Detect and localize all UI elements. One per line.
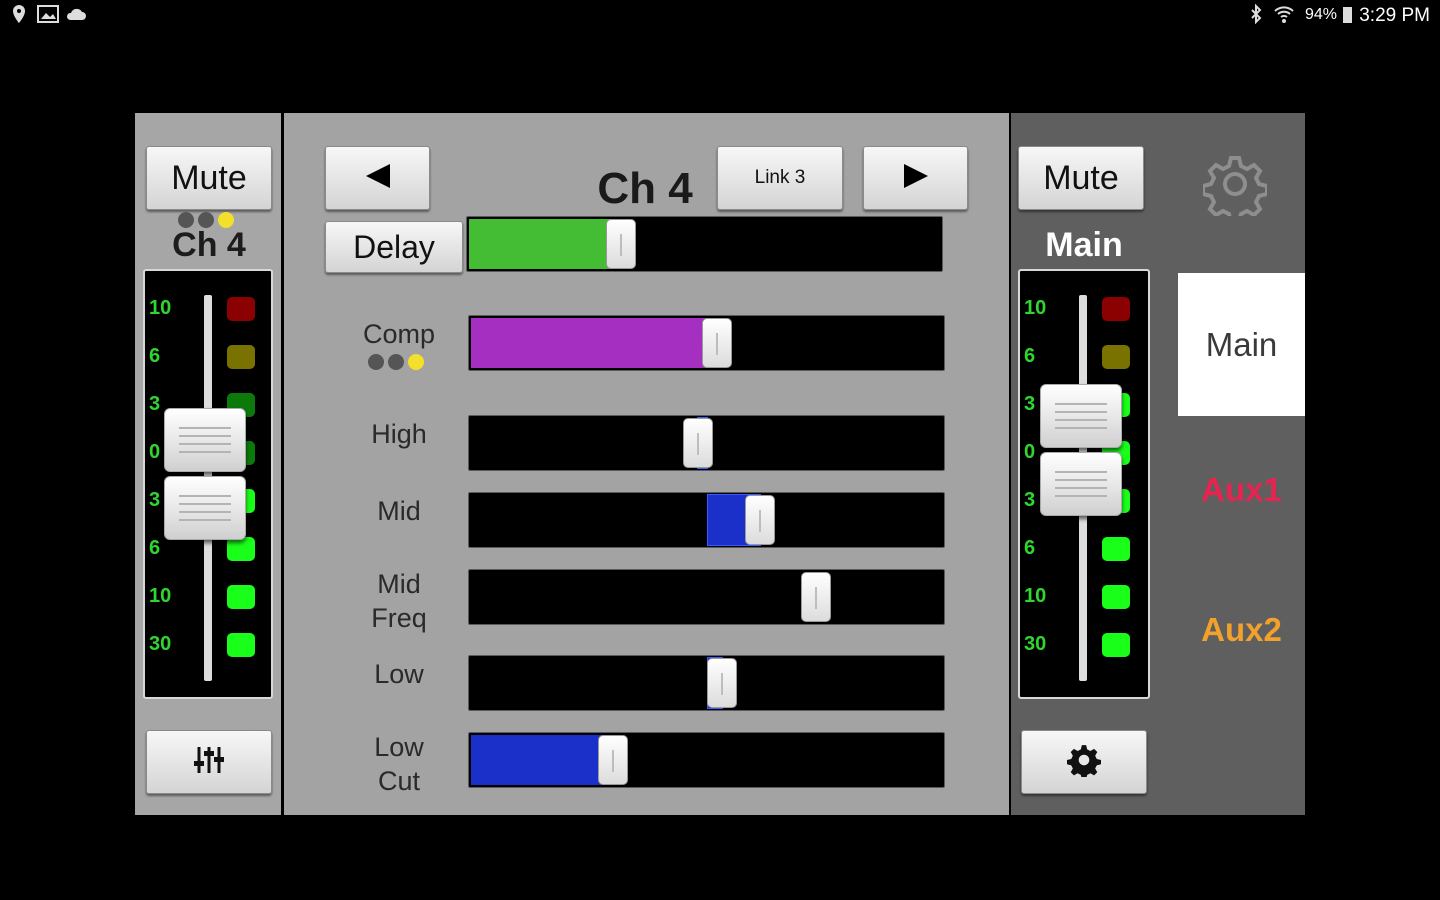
channel-fader-shadow[interactable] bbox=[164, 476, 246, 540]
param-label-line: Mid bbox=[377, 569, 421, 599]
param-slider-thumb[interactable] bbox=[683, 418, 714, 468]
mute-button[interactable]: Mute bbox=[146, 146, 272, 210]
triangle-left-icon bbox=[363, 162, 393, 195]
param-fill bbox=[471, 318, 717, 368]
meter-led bbox=[227, 297, 255, 321]
location-icon bbox=[10, 4, 28, 29]
delay-fill bbox=[469, 219, 621, 269]
meter-scale-label: 30 bbox=[149, 633, 172, 655]
image-icon bbox=[37, 4, 59, 29]
param-label-mid-freq: Mid Freq bbox=[324, 567, 474, 635]
status-dot bbox=[408, 354, 424, 370]
meter-scale-label: 0 bbox=[1024, 441, 1036, 463]
param-slider-thumb[interactable] bbox=[597, 735, 628, 785]
param-label-line: Mid bbox=[377, 496, 421, 526]
delay-slider-thumb[interactable] bbox=[606, 219, 637, 269]
meter-led bbox=[227, 633, 255, 657]
meter-led bbox=[1102, 345, 1130, 369]
meter-scale-label: 6 bbox=[149, 537, 161, 559]
next-channel-button[interactable] bbox=[863, 146, 968, 210]
param-label-low-cut: Low Cut bbox=[324, 730, 474, 798]
meter-scale-label: 3 bbox=[1024, 393, 1036, 415]
meter-scale-label: 3 bbox=[1024, 489, 1036, 511]
param-label-high: High bbox=[324, 417, 474, 451]
comp-status-dots bbox=[368, 354, 424, 370]
bus-tab-main[interactable]: Main bbox=[1178, 273, 1305, 416]
wifi-icon bbox=[1273, 4, 1295, 29]
triangle-right-icon bbox=[901, 162, 931, 195]
param-slider-thumb[interactable] bbox=[706, 658, 737, 708]
meter-scale-label: 10 bbox=[1024, 297, 1047, 319]
param-label-low: Low bbox=[324, 657, 474, 691]
status-dot bbox=[368, 354, 384, 370]
delay-button-label: Delay bbox=[353, 228, 435, 265]
eq-settings-button[interactable] bbox=[146, 730, 272, 794]
bus-fader[interactable] bbox=[1040, 384, 1122, 448]
channel-fader[interactable] bbox=[164, 408, 246, 472]
param-label-comp: Comp bbox=[324, 317, 474, 351]
param-slider-mid-freq[interactable] bbox=[468, 569, 945, 625]
meter-scale-label: 30 bbox=[1024, 633, 1047, 655]
param-slider-comp[interactable] bbox=[468, 315, 945, 371]
param-slider-low-cut[interactable] bbox=[468, 732, 945, 788]
meter-scale-label: 10 bbox=[149, 297, 172, 319]
param-slider-thumb[interactable] bbox=[801, 572, 832, 622]
gear-icon bbox=[1067, 743, 1101, 782]
channel-title: Ch 4 bbox=[597, 164, 693, 213]
param-label-line: High bbox=[371, 419, 427, 449]
meter-led bbox=[227, 537, 255, 561]
channel-name: Ch 4 bbox=[172, 226, 246, 264]
meter-led bbox=[1102, 297, 1130, 321]
meter-scale-label: 3 bbox=[149, 489, 161, 511]
meter-led bbox=[1102, 633, 1130, 657]
param-slider-low[interactable] bbox=[468, 655, 945, 711]
param-slider-thumb[interactable] bbox=[744, 495, 775, 545]
param-label-mid: Mid bbox=[324, 494, 474, 528]
meter-led bbox=[227, 585, 255, 609]
battery-icon bbox=[1343, 7, 1352, 23]
param-label-line: Comp bbox=[362, 319, 436, 349]
meter-scale-label: 10 bbox=[149, 585, 172, 607]
clock: 3:29 PM bbox=[1359, 5, 1430, 26]
param-slider-thumb[interactable] bbox=[701, 318, 732, 368]
meter-scale-label: 6 bbox=[149, 345, 161, 367]
param-label-line: Low bbox=[374, 732, 424, 762]
bus-settings-button[interactable] bbox=[1021, 730, 1147, 794]
param-fill bbox=[471, 735, 613, 785]
delay-slider[interactable] bbox=[466, 216, 943, 272]
param-label-line: Freq bbox=[371, 603, 427, 633]
param-label-line: Low bbox=[374, 659, 424, 689]
bus-name: Main bbox=[1045, 226, 1123, 264]
bluetooth-icon bbox=[1246, 3, 1266, 29]
cloud-icon bbox=[65, 4, 87, 29]
status-bar: 94% 3:29 PM bbox=[0, 0, 1440, 32]
bus-mute-button[interactable]: Mute bbox=[1018, 146, 1144, 210]
delay-button[interactable]: Delay bbox=[325, 221, 463, 273]
status-dot bbox=[388, 354, 404, 370]
bus-tab-aux2[interactable]: Aux2 bbox=[1178, 560, 1305, 700]
equalizer-icon bbox=[192, 743, 226, 782]
bus-mute-label: Mute bbox=[1043, 158, 1119, 197]
gear-icon[interactable] bbox=[1201, 152, 1269, 224]
meter-led bbox=[1102, 585, 1130, 609]
meter-scale-label: 0 bbox=[149, 441, 161, 463]
link-button[interactable]: Link 3 bbox=[717, 146, 843, 210]
link-button-label: Link 3 bbox=[754, 167, 806, 188]
meter-scale-label: 3 bbox=[149, 393, 161, 415]
mute-button-label: Mute bbox=[171, 158, 247, 197]
bus-tab-aux1[interactable]: Aux1 bbox=[1178, 420, 1305, 560]
param-label-line: Cut bbox=[377, 766, 421, 796]
bus-fader-shadow[interactable] bbox=[1040, 452, 1122, 516]
meter-led bbox=[227, 345, 255, 369]
battery-level: 94% bbox=[1304, 6, 1337, 23]
param-slider-mid[interactable] bbox=[468, 492, 945, 548]
meter-led bbox=[1102, 537, 1130, 561]
prev-channel-button[interactable] bbox=[325, 146, 430, 210]
param-slider-high[interactable] bbox=[468, 415, 945, 471]
meter-scale-label: 6 bbox=[1024, 345, 1036, 367]
meter-scale-label: 6 bbox=[1024, 537, 1036, 559]
meter-scale-label: 10 bbox=[1024, 585, 1047, 607]
